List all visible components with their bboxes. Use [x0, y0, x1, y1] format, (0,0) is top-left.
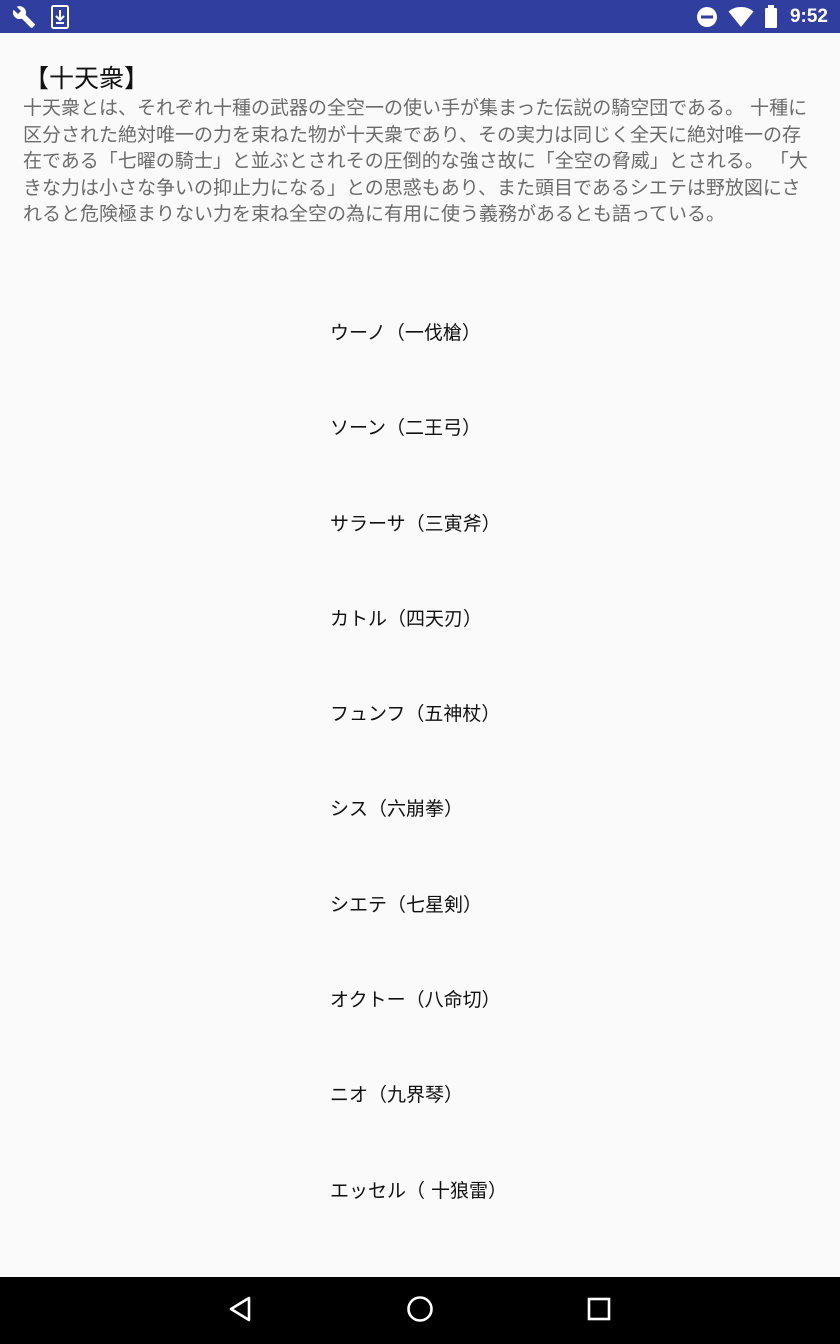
member-item-funf: フュンフ（五神杖）	[330, 703, 501, 726]
content-area: 【十天衆】 十天衆とは、それぞれ十種の武器の全空一の使い手が集まった伝説の騎空団…	[0, 33, 840, 1277]
member-item-soan: ソーン（二王弓）	[330, 417, 482, 440]
member-item-octo: オクトー（八命切）	[330, 989, 501, 1012]
member-item-uno: ウーノ（一伐槍）	[330, 322, 481, 344]
status-bar: 9:52	[0, 0, 840, 33]
member-item-esser: エッセル（ 十狼雷）	[330, 1179, 508, 1202]
status-time: 9:52	[789, 5, 828, 27]
home-button[interactable]	[400, 1291, 440, 1331]
download-icon	[50, 4, 70, 29]
description-text: 十天衆とは、それぞれ十種の武器の全空一の使い手が集まった伝説の騎空団である。 十…	[23, 97, 808, 225]
member-item-six: シス（六崩拳）	[330, 798, 464, 821]
wifi-icon	[728, 6, 754, 28]
battery-icon	[764, 4, 778, 29]
member-item-siete: シエテ（七星剣）	[330, 893, 483, 916]
back-icon	[226, 1295, 254, 1327]
back-button[interactable]	[220, 1291, 260, 1331]
home-icon	[405, 1294, 435, 1328]
recents-button[interactable]	[579, 1291, 619, 1331]
member-item-caim: カトル（四天刃）	[330, 607, 483, 630]
member-list: ウーノ（一伐槍） ソーン（二王弓） サラーサ（三寅斧） カトル（四天刃） フュン…	[330, 318, 507, 1271]
navigation-bar	[0, 1277, 840, 1344]
member-item-nio: ニオ（九界琴）	[330, 1084, 464, 1107]
do-not-disturb-icon	[696, 6, 718, 28]
member-item-sarasa: サラーサ（三寅斧）	[330, 512, 501, 535]
wrench-icon	[12, 5, 36, 29]
recents-icon	[586, 1296, 612, 1326]
page-title: 【十天衆】	[24, 64, 150, 93]
